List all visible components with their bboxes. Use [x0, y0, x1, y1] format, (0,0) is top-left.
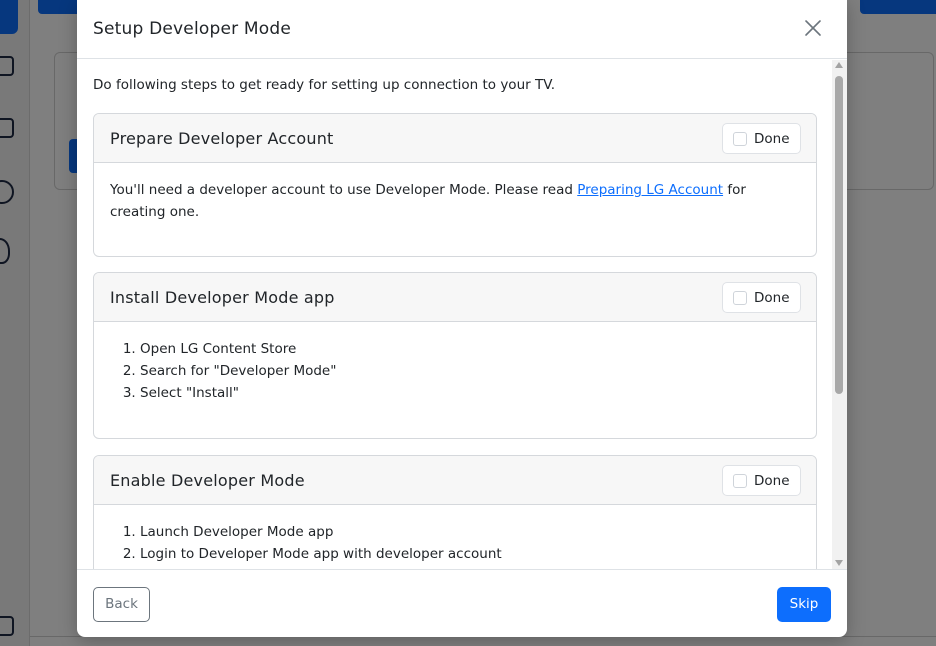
- modal-header: Setup Developer Mode: [77, 0, 847, 59]
- list-item: Select "Install": [140, 382, 800, 404]
- step-card-install-app: Install Developer Mode app Done Open LG …: [93, 272, 817, 439]
- modal-scrollbar[interactable]: [832, 60, 847, 569]
- modal-title: Setup Developer Mode: [93, 19, 292, 39]
- done-checkbox-step-2[interactable]: Done: [722, 282, 801, 313]
- skip-button[interactable]: Skip: [777, 587, 831, 622]
- step-title: Enable Developer Mode: [110, 471, 305, 490]
- scrollbar-thumb[interactable]: [835, 76, 843, 394]
- step-card-header: Install Developer Mode app Done: [94, 273, 816, 322]
- step-text: You'll need a developer account to use D…: [110, 182, 578, 198]
- done-label: Done: [754, 473, 790, 489]
- back-button[interactable]: Back: [93, 587, 150, 622]
- close-button[interactable]: [799, 14, 827, 42]
- scroll-down-arrow-icon[interactable]: [835, 560, 843, 566]
- done-checkbox-step-1[interactable]: Done: [722, 123, 801, 154]
- step-title: Install Developer Mode app: [110, 288, 335, 307]
- modal-body[interactable]: Do following steps to get ready for sett…: [77, 60, 847, 569]
- step-title: Prepare Developer Account: [110, 129, 334, 148]
- list-item: Launch Developer Mode app: [140, 521, 800, 543]
- scroll-up-arrow-icon[interactable]: [835, 62, 843, 68]
- close-icon: [805, 20, 821, 36]
- done-checkbox-step-3[interactable]: Done: [722, 465, 801, 496]
- step-card-prepare-account: Prepare Developer Account Done You'll ne…: [93, 113, 817, 257]
- done-label: Done: [754, 290, 790, 306]
- list-item: Search for "Developer Mode": [140, 360, 800, 382]
- done-label: Done: [754, 131, 790, 147]
- preparing-lg-account-link[interactable]: Preparing LG Account: [577, 182, 723, 198]
- step-list: Open LG Content Store Search for "Develo…: [110, 338, 800, 404]
- checkbox[interactable]: [733, 132, 747, 146]
- step-card-body: You'll need a developer account to use D…: [94, 163, 816, 239]
- setup-developer-mode-modal: Setup Developer Mode Do following steps …: [77, 0, 847, 637]
- step-card-header: Enable Developer Mode Done: [94, 456, 816, 505]
- step-list: Launch Developer Mode app Login to Devel…: [110, 521, 800, 565]
- step-card-header: Prepare Developer Account Done: [94, 114, 816, 163]
- modal-footer: Back Skip: [77, 569, 847, 637]
- step-card-body: Open LG Content Store Search for "Develo…: [94, 322, 816, 420]
- list-item: Open LG Content Store: [140, 338, 800, 360]
- step-card-body: Launch Developer Mode app Login to Devel…: [94, 505, 816, 569]
- step-card-enable-mode: Enable Developer Mode Done Launch Develo…: [93, 455, 817, 569]
- intro-text: Do following steps to get ready for sett…: [93, 77, 555, 93]
- list-item: Login to Developer Mode app with develop…: [140, 543, 800, 565]
- checkbox[interactable]: [733, 474, 747, 488]
- checkbox[interactable]: [733, 291, 747, 305]
